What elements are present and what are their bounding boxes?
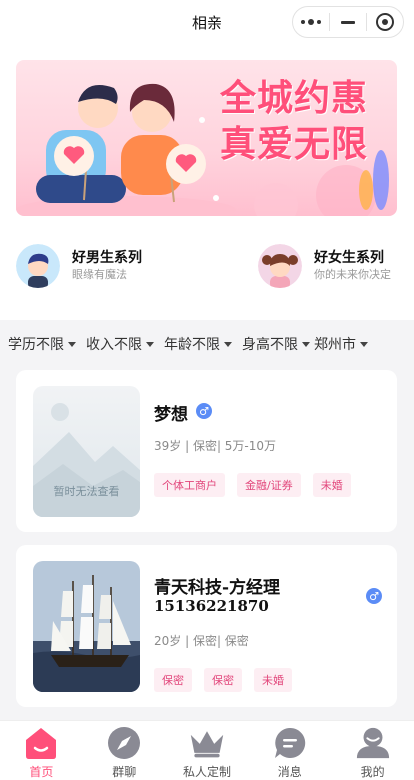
filter-label: 年龄不限 bbox=[164, 337, 220, 353]
tag-marital: 未婚 bbox=[312, 473, 351, 497]
caret-down-icon bbox=[360, 341, 368, 347]
boy-avatar-icon bbox=[16, 244, 60, 288]
series-subtitle: 你的未来你决定 bbox=[314, 268, 391, 281]
profile-info: 39岁 | 保密| 5万-10万 bbox=[154, 439, 277, 453]
banner-slogan: 全城约惠 真爱无限 bbox=[204, 76, 384, 168]
profile-tags: 个体工商户 金融/证券 未婚 bbox=[154, 473, 351, 497]
more-dots-icon bbox=[301, 19, 321, 25]
caret-down-icon bbox=[146, 341, 154, 347]
filter-income[interactable]: 收入不限 bbox=[86, 334, 154, 354]
capsule-menu bbox=[292, 6, 404, 38]
profile-photo-placeholder: 暂时无法查看 bbox=[33, 386, 140, 517]
profile-tags: 保密 保密 未婚 bbox=[154, 668, 292, 692]
tab-messages[interactable]: 消息 bbox=[248, 721, 331, 780]
sailing-ship-image bbox=[33, 561, 140, 692]
profile-card[interactable]: 青天科技-方经理 15136221870 ♂ 20岁 | 保密| 保密 保密 保… bbox=[16, 545, 397, 707]
tab-label: 群聊 bbox=[112, 765, 137, 779]
filter-label: 身高不限 bbox=[242, 337, 298, 353]
tab-label: 我的 bbox=[360, 765, 385, 779]
girl-avatar-icon bbox=[258, 244, 302, 288]
tag-industry: 金融/证券 bbox=[237, 473, 301, 497]
tab-custom[interactable]: 私人定制 bbox=[166, 721, 249, 780]
filter-city[interactable]: 郑州市 bbox=[314, 334, 368, 354]
crown-icon bbox=[189, 725, 225, 761]
tag-occupation: 保密 bbox=[154, 668, 192, 692]
close-miniprogram-button[interactable] bbox=[367, 7, 403, 37]
profile-name: 梦想 bbox=[154, 405, 188, 425]
user-icon bbox=[355, 725, 391, 761]
filter-label: 收入不限 bbox=[86, 337, 142, 353]
caret-down-icon bbox=[224, 341, 232, 347]
male-icon: ♂ bbox=[366, 588, 382, 604]
filter-age[interactable]: 年龄不限 bbox=[164, 334, 232, 354]
tag-marital: 未婚 bbox=[254, 668, 292, 692]
filter-height[interactable]: 身高不限 bbox=[242, 334, 310, 354]
series-subtitle: 眼缘有魔法 bbox=[72, 268, 127, 281]
message-icon bbox=[272, 725, 308, 761]
banner-line-2: 真爱无限 bbox=[219, 124, 368, 165]
profile-name: 青天科技-方经理 bbox=[154, 578, 281, 598]
title-bar: 相亲 bbox=[0, 0, 414, 44]
filter-label: 学历不限 bbox=[8, 337, 64, 353]
compass-icon bbox=[106, 725, 142, 761]
tab-label: 私人定制 bbox=[182, 765, 231, 779]
female-series-entry[interactable]: 好女生系列 你的未来你决定 bbox=[258, 244, 391, 288]
caret-down-icon bbox=[302, 341, 310, 347]
minus-icon bbox=[341, 20, 355, 24]
bottom-tab-bar: 首页 群聊 私人定制 消息 我的 bbox=[0, 720, 414, 780]
target-icon bbox=[376, 13, 394, 31]
profile-info: 20岁 | 保密| 保密 bbox=[154, 634, 249, 648]
photo-unavailable-text: 暂时无法查看 bbox=[53, 485, 120, 498]
male-icon: ♂ bbox=[196, 403, 212, 419]
tab-profile[interactable]: 我的 bbox=[331, 721, 414, 780]
tag-occupation: 个体工商户 bbox=[154, 473, 225, 497]
tab-label: 首页 bbox=[29, 765, 54, 779]
banner-line-1: 全城约惠 bbox=[219, 78, 368, 119]
profile-phone: 15136221870 bbox=[154, 597, 269, 615]
profile-card[interactable]: 暂时无法查看 梦想 ♂ 39岁 | 保密| 5万-10万 个体工商户 金融/证券… bbox=[16, 370, 397, 532]
profile-photo bbox=[33, 561, 140, 692]
tag-industry: 保密 bbox=[204, 668, 242, 692]
male-series-entry[interactable]: 好男生系列 眼缘有魔法 bbox=[16, 244, 142, 288]
filter-education[interactable]: 学历不限 bbox=[8, 334, 76, 354]
more-button[interactable] bbox=[293, 7, 329, 37]
tab-label: 消息 bbox=[277, 765, 302, 779]
tab-home[interactable]: 首页 bbox=[0, 721, 83, 780]
filter-bar: 学历不限 收入不限 年龄不限 身高不限 郑州市 bbox=[0, 328, 414, 360]
tab-group-chat[interactable]: 群聊 bbox=[83, 721, 166, 780]
promo-banner[interactable]: 全城约惠 真爱无限 bbox=[16, 60, 397, 216]
minimize-button[interactable] bbox=[330, 7, 366, 37]
series-name: 好女生系列 bbox=[314, 250, 384, 266]
home-icon bbox=[23, 725, 59, 761]
caret-down-icon bbox=[68, 341, 76, 347]
series-name: 好男生系列 bbox=[72, 250, 142, 266]
filter-label: 郑州市 bbox=[314, 337, 356, 353]
